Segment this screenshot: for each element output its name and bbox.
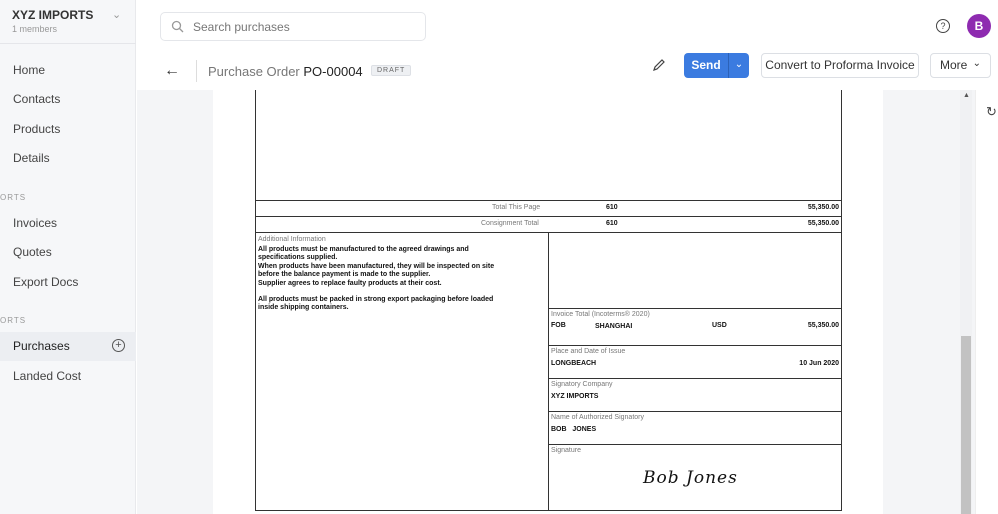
history-icon[interactable]: ↻ [986, 104, 997, 120]
title-prefix: Purchase Order [208, 64, 300, 79]
help-icon[interactable]: ? [936, 19, 950, 33]
divider [0, 43, 136, 44]
info-line: specifications supplied. [258, 254, 338, 261]
add-purchase-icon[interactable]: + [112, 339, 125, 352]
total-page-amount: 55,350.00 [807, 204, 839, 211]
page-title: Purchase Order PO-00004 [208, 64, 363, 79]
search-input[interactable]: Search purchases [160, 12, 426, 41]
document-page: Total This Page 610 55,350.00 Consignmen… [213, 90, 883, 514]
send-button-group: Send ⌄ [684, 53, 749, 78]
total-page-qty: 610 [606, 204, 618, 211]
sidebar-item-details[interactable]: Details [0, 144, 136, 173]
status-badge: DRAFT [371, 65, 412, 76]
more-button[interactable]: More ⌄ [930, 53, 991, 78]
signature: Bob Jones [643, 468, 738, 488]
right-panel: ↻ [975, 90, 998, 514]
incoterm: FOB [551, 322, 566, 329]
invoice-total: 55,350.00 [807, 322, 839, 329]
currency: USD [712, 322, 727, 329]
place: LONGBEACH [551, 360, 597, 367]
chevron-down-icon: ⌄ [972, 58, 981, 69]
sidebar-item-landed-cost[interactable]: Landed Cost [0, 362, 136, 391]
company: XYZ IMPORTS [551, 393, 599, 400]
convert-proforma-button[interactable]: Convert to Proforma Invoice [761, 53, 919, 78]
company-label: Signatory Company [551, 381, 613, 388]
invoice-total-label: Invoice Total (Incoterms® 2020) [551, 311, 650, 318]
more-label: More [940, 58, 968, 72]
consignment-qty: 610 [606, 220, 618, 227]
total-page-label: Total This Page [492, 204, 541, 211]
sidebar-item-invoices[interactable]: Invoices [0, 209, 136, 238]
info-line: When products have been manufactured, th… [258, 263, 495, 270]
section-imports: ORTS [0, 316, 27, 325]
search-icon [171, 20, 184, 33]
info-line: inside shipping containers. [258, 304, 349, 311]
signature-label: Signature [551, 447, 581, 454]
back-arrow-icon[interactable]: ← [164, 62, 180, 80]
edit-pencil-icon[interactable] [652, 58, 666, 72]
consignment-amount: 55,350.00 [807, 220, 839, 227]
search-placeholder: Search purchases [193, 20, 290, 34]
doc-number: PO-00004 [303, 64, 363, 79]
sidebar-item-export-docs[interactable]: Export Docs [0, 268, 136, 297]
divider [196, 60, 197, 82]
send-dropdown-chevron-icon[interactable]: ⌄ [729, 53, 749, 78]
info-line: All products must be manufactured to the… [258, 246, 469, 253]
org-name[interactable]: XYZ IMPORTS [12, 8, 93, 22]
info-line: before the balance payment is made to th… [258, 271, 431, 278]
signatory-label: Name of Authorized Signatory [551, 414, 644, 421]
place-label: Place and Date of Issue [551, 348, 626, 355]
sidebar-item-products[interactable]: Products [0, 115, 136, 144]
send-button[interactable]: Send [684, 53, 728, 78]
document-viewer: Total This Page 610 55,350.00 Consignmen… [137, 90, 975, 514]
signatory: BOB JONES [551, 426, 597, 433]
issue-date: 10 Jun 2020 [799, 360, 839, 367]
chevron-down-icon[interactable]: ⌄ [112, 8, 121, 21]
sidebar: XYZ IMPORTS 1 members ⌄ Home Contacts Pr… [0, 0, 136, 514]
sidebar-item-home[interactable]: Home [0, 56, 136, 85]
section-exports: ORTS [0, 193, 27, 202]
additional-info-label: Additional Information [258, 236, 326, 243]
scrollbar[interactable]: ▲ [960, 90, 972, 514]
additional-info-text: All products must be manufactured to the… [258, 246, 494, 312]
avatar[interactable]: B [967, 14, 991, 38]
sidebar-item-contacts[interactable]: Contacts [0, 85, 136, 114]
info-line: All products must be packed in strong ex… [258, 296, 494, 303]
sidebar-item-quotes[interactable]: Quotes [0, 238, 136, 267]
port: SHANGHAI [595, 323, 633, 330]
org-members: 1 members [12, 24, 58, 34]
scrollbar-thumb[interactable] [961, 336, 971, 514]
scroll-up-arrow-icon[interactable]: ▲ [963, 92, 970, 99]
info-line: Supplier agrees to replace faulty produc… [258, 280, 442, 287]
consignment-label: Consignment Total [481, 220, 539, 227]
